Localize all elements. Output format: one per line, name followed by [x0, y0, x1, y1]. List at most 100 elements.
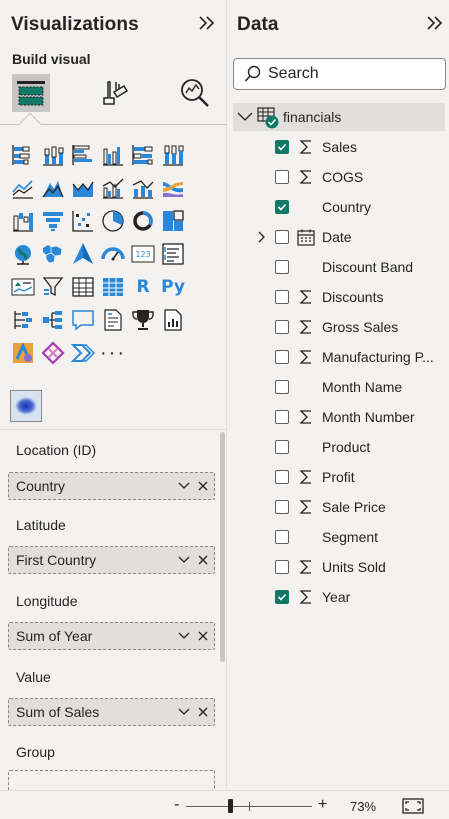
field-checkbox[interactable]	[275, 560, 289, 574]
zoom-slider-thumb[interactable]	[228, 799, 234, 813]
analytics-button[interactable]	[176, 74, 214, 112]
field-checkbox[interactable]	[275, 320, 289, 334]
qa-button[interactable]	[68, 303, 98, 336]
field-checkbox[interactable]	[275, 470, 289, 484]
field-row-sale-price[interactable]: Sale Price	[233, 493, 445, 521]
field-row-product[interactable]: Product	[233, 433, 445, 461]
multi-row-card-button[interactable]	[158, 237, 188, 270]
field-checkbox[interactable]	[275, 380, 289, 394]
treemap-button[interactable]	[158, 204, 188, 237]
power-automate-button[interactable]	[38, 336, 68, 369]
field-row-sales[interactable]: Sales	[233, 133, 445, 161]
line-stacked-column-chart-button[interactable]	[128, 171, 158, 204]
remove-icon[interactable]	[195, 704, 211, 720]
filled-map-button[interactable]	[38, 237, 68, 270]
map-button[interactable]	[8, 237, 38, 270]
funnel-chart-button[interactable]	[38, 204, 68, 237]
collapse-visualizations-button[interactable]	[196, 15, 218, 37]
zoom-out-button[interactable]: -	[174, 796, 179, 814]
smart-narrative-button[interactable]	[98, 303, 128, 336]
latitude-well-field[interactable]: First Country	[8, 546, 215, 574]
chevron-down-icon[interactable]	[176, 628, 192, 644]
field-checkbox[interactable]	[275, 200, 289, 214]
custom-visual-selected-button[interactable]	[10, 390, 42, 422]
decomposition-tree-button[interactable]	[38, 303, 68, 336]
field-row-country[interactable]: Country	[233, 193, 445, 221]
field-checkbox[interactable]	[275, 170, 289, 184]
waterfall-chart-button[interactable]	[8, 204, 38, 237]
paginated-report-button[interactable]	[158, 303, 188, 336]
field-row-month-name[interactable]: Month Name	[233, 373, 445, 401]
remove-icon[interactable]	[195, 628, 211, 644]
collapse-data-button[interactable]	[424, 15, 446, 37]
kpi-button[interactable]	[8, 270, 38, 303]
stacked-column-chart-button[interactable]	[38, 138, 68, 171]
field-row-month-number[interactable]: Month Number	[233, 403, 445, 431]
gauge-button[interactable]	[98, 237, 128, 270]
stacked-area-chart-button[interactable]	[68, 171, 98, 204]
scatter-chart-button[interactable]	[68, 204, 98, 237]
search-input[interactable]	[268, 65, 438, 83]
clustered-column-chart-button[interactable]	[98, 138, 128, 171]
build-visual-button[interactable]	[12, 74, 50, 112]
line-chart-button[interactable]	[8, 171, 38, 204]
key-influencers-button[interactable]	[8, 303, 38, 336]
field-row-segment[interactable]: Segment	[233, 523, 445, 551]
chevron-down-icon[interactable]	[176, 552, 192, 568]
wells-scrollbar[interactable]	[220, 432, 225, 662]
field-checkbox[interactable]	[275, 230, 289, 244]
remove-icon[interactable]	[195, 478, 211, 494]
group-well-dropzone[interactable]	[8, 770, 215, 790]
power-apps-button[interactable]	[8, 336, 38, 369]
field-checkbox[interactable]	[275, 440, 289, 454]
search-box[interactable]	[233, 58, 446, 90]
area-chart-button[interactable]	[38, 171, 68, 204]
r-visual-button[interactable]: R	[128, 270, 158, 303]
field-checkbox[interactable]	[275, 290, 289, 304]
field-row-date[interactable]: Date	[233, 223, 445, 251]
pie-chart-button[interactable]	[98, 204, 128, 237]
goals-button[interactable]	[128, 303, 158, 336]
power-automate-flow-button[interactable]	[68, 336, 98, 369]
field-checkbox[interactable]	[275, 500, 289, 514]
field-checkbox[interactable]	[275, 590, 289, 604]
value-well-field[interactable]: Sum of Sales	[8, 698, 215, 726]
longitude-well-field[interactable]: Sum of Year	[8, 622, 215, 650]
field-row-cogs[interactable]: COGS	[233, 163, 445, 191]
chevron-right-icon[interactable]	[255, 230, 269, 244]
field-row-discounts[interactable]: Discounts	[233, 283, 445, 311]
python-visual-button[interactable]: Py	[158, 270, 188, 303]
field-row-profit[interactable]: Profit	[233, 463, 445, 491]
matrix-button[interactable]	[98, 270, 128, 303]
field-checkbox[interactable]	[275, 530, 289, 544]
field-row-manufacturing-p[interactable]: Manufacturing P...	[233, 343, 445, 371]
line-clustered-column-chart-button[interactable]	[98, 171, 128, 204]
more-visuals-button[interactable]: ···	[98, 336, 128, 369]
100-stacked-bar-chart-button[interactable]	[128, 138, 158, 171]
field-checkbox[interactable]	[275, 350, 289, 364]
clustered-bar-chart-button[interactable]	[68, 138, 98, 171]
100-stacked-column-chart-button[interactable]	[158, 138, 188, 171]
field-row-discount-band[interactable]: Discount Band	[233, 253, 445, 281]
zoom-in-button[interactable]: +	[318, 796, 327, 814]
field-checkbox[interactable]	[275, 410, 289, 424]
field-checkbox[interactable]	[275, 140, 289, 154]
fit-to-page-button[interactable]	[402, 798, 424, 814]
chevron-down-icon[interactable]	[236, 111, 254, 123]
field-row-year[interactable]: Year	[233, 583, 445, 611]
chevron-down-icon[interactable]	[176, 704, 192, 720]
remove-icon[interactable]	[195, 552, 211, 568]
donut-chart-button[interactable]	[128, 204, 158, 237]
stacked-bar-chart-button[interactable]	[8, 138, 38, 171]
field-row-gross-sales[interactable]: Gross Sales	[233, 313, 445, 341]
location-well-field[interactable]: Country	[8, 472, 215, 500]
field-checkbox[interactable]	[275, 260, 289, 274]
card-button[interactable]: 123	[128, 237, 158, 270]
slicer-button[interactable]	[38, 270, 68, 303]
table-financials[interactable]: financials	[233, 103, 445, 131]
table-button[interactable]	[68, 270, 98, 303]
field-row-units-sold[interactable]: Units Sold	[233, 553, 445, 581]
format-visual-button[interactable]	[96, 74, 134, 112]
ribbon-chart-button[interactable]	[158, 171, 188, 204]
chevron-down-icon[interactable]	[176, 478, 192, 494]
